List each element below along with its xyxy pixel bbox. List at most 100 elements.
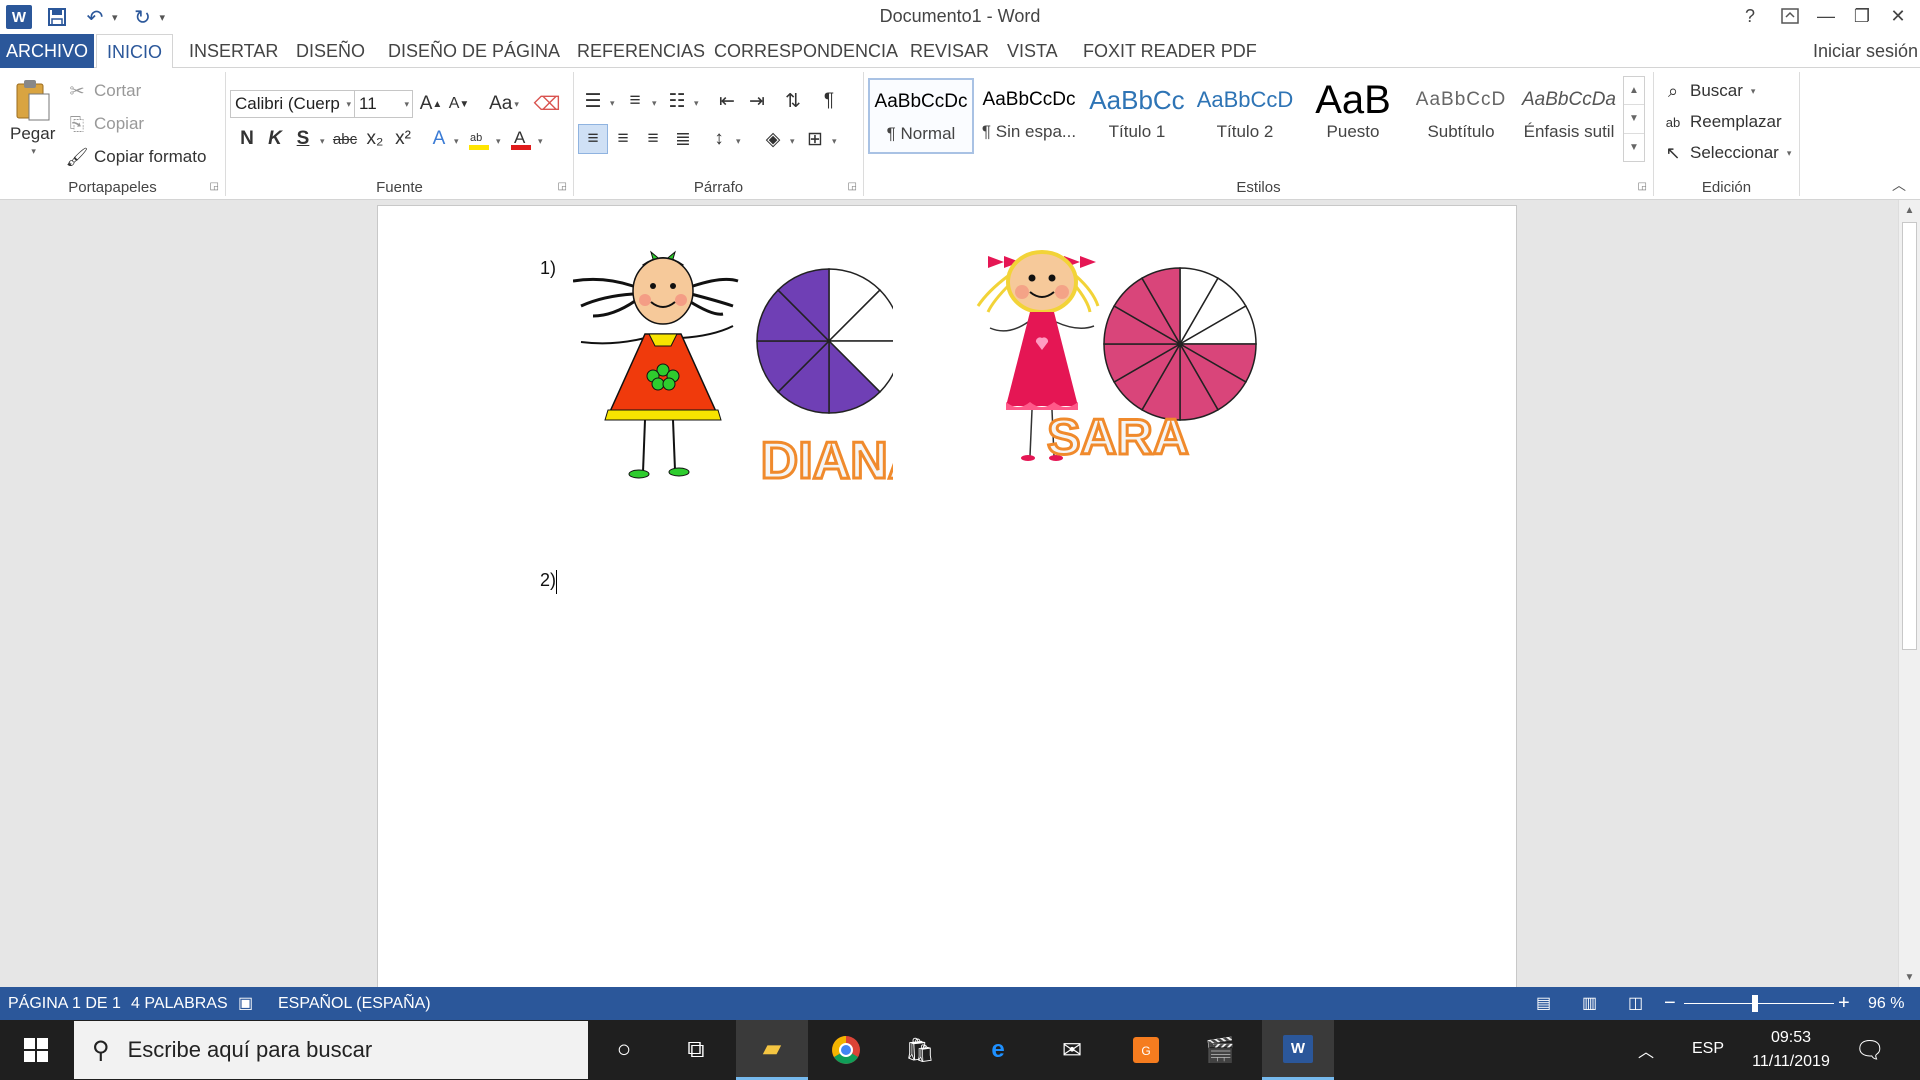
taskbar-search[interactable]: ⚲ Escribe aquí para buscar bbox=[74, 1021, 588, 1079]
tab-foxit-reader-pdf[interactable]: FOXIT READER PDF bbox=[1073, 34, 1267, 68]
style-puesto[interactable]: AaB Puesto bbox=[1300, 78, 1406, 154]
style-titulo-1[interactable]: AaBbCc Título 1 bbox=[1084, 78, 1190, 154]
clipboard-launcher-icon[interactable]: ◲ bbox=[210, 181, 219, 192]
cortana-icon[interactable]: ○ bbox=[588, 1020, 660, 1080]
underline-button[interactable]: S bbox=[288, 124, 318, 154]
tab-diseno-de-pagina[interactable]: DISEÑO DE PÁGINA bbox=[378, 34, 570, 68]
scrollbar-thumb[interactable] bbox=[1902, 222, 1917, 650]
style-sin-espaciado[interactable]: AaBbCcDc ¶ Sin espa... bbox=[976, 78, 1082, 154]
file-explorer-icon[interactable]: ▰ bbox=[736, 1020, 808, 1080]
increase-indent-icon[interactable]: ⇥ bbox=[742, 86, 772, 116]
gallery-down-icon[interactable]: ▼ bbox=[1624, 105, 1644, 134]
shading-icon[interactable]: ◈ bbox=[758, 124, 788, 154]
style-titulo-2[interactable]: AaBbCcD Título 2 bbox=[1192, 78, 1298, 154]
action-center-icon[interactable]: 🗨 bbox=[1834, 1020, 1906, 1080]
bullets-dropdown-icon[interactable]: ▾ bbox=[610, 98, 615, 109]
help-icon[interactable]: ? bbox=[1730, 0, 1770, 32]
close-icon[interactable]: ✕ bbox=[1878, 0, 1918, 32]
highlight-color-icon[interactable]: ab bbox=[464, 124, 494, 154]
align-center-icon[interactable]: ≡ bbox=[608, 124, 638, 154]
read-mode-icon[interactable]: ▤ bbox=[1536, 987, 1551, 1020]
font-name-combo[interactable]: Calibri (Cuerp ▾ bbox=[230, 90, 355, 118]
store-icon[interactable]: 🛍 bbox=[884, 1020, 956, 1080]
bold-button[interactable]: N bbox=[232, 124, 262, 154]
foxit-pdf-icon[interactable]: G bbox=[1110, 1020, 1182, 1080]
italic-button[interactable]: K bbox=[260, 124, 290, 154]
tab-inicio[interactable]: INICIO bbox=[96, 34, 174, 69]
multilevel-dropdown-icon[interactable]: ▾ bbox=[694, 98, 699, 109]
tab-revisar[interactable]: REVISAR bbox=[900, 34, 999, 68]
collapse-ribbon-icon[interactable]: ︿ bbox=[1892, 175, 1906, 195]
paste-button[interactable]: Pegar ▾ bbox=[10, 78, 55, 157]
multilevel-list-icon[interactable]: ☷ bbox=[662, 86, 692, 116]
numbering-dropdown-icon[interactable]: ▾ bbox=[652, 98, 657, 109]
justify-icon[interactable]: ≣ bbox=[668, 124, 698, 154]
font-launcher-icon[interactable]: ◲ bbox=[558, 181, 567, 192]
align-right-icon[interactable]: ≡ bbox=[638, 124, 668, 154]
zoom-slider-track[interactable] bbox=[1684, 1003, 1834, 1004]
format-painter-button[interactable]: 🖌 Copiar formato bbox=[66, 146, 207, 168]
edge-icon[interactable]: e bbox=[962, 1020, 1034, 1080]
scroll-down-icon[interactable]: ▼ bbox=[1899, 967, 1920, 987]
tab-insertar[interactable]: INSERTAR bbox=[179, 34, 288, 68]
font-color-icon[interactable]: A bbox=[506, 124, 536, 154]
style-normal[interactable]: AaBbCcDc ¶ Normal bbox=[868, 78, 974, 154]
page-count[interactable]: PÁGINA 1 DE 1 bbox=[8, 987, 121, 1020]
copy-button[interactable]: ⎘ Copiar bbox=[66, 113, 144, 135]
style-enfasis-sutil[interactable]: AaBbCcDa Énfasis sutil bbox=[1516, 78, 1622, 154]
gallery-more-icon[interactable]: ▼ bbox=[1624, 134, 1644, 161]
word-taskbar-icon[interactable]: W bbox=[1262, 1020, 1334, 1080]
font-size-combo[interactable]: 11 ▾ bbox=[354, 90, 413, 118]
text-effects-dropdown-icon[interactable]: ▾ bbox=[454, 136, 459, 147]
zoom-out-button[interactable]: − bbox=[1664, 987, 1676, 1020]
align-left-icon[interactable]: ≡ bbox=[578, 124, 608, 154]
subscript-button[interactable]: x₂ bbox=[360, 124, 390, 154]
task-view-icon[interactable]: ⧉ bbox=[660, 1020, 732, 1080]
print-layout-icon[interactable]: ▥ bbox=[1582, 987, 1597, 1020]
ribbon-display-options-icon[interactable] bbox=[1770, 0, 1810, 32]
replace-button[interactable]: ab Reemplazar bbox=[1662, 111, 1782, 133]
paragraph-launcher-icon[interactable]: ◲ bbox=[848, 181, 857, 192]
grow-font-button[interactable]: A ▲ bbox=[416, 89, 446, 119]
language-indicator[interactable]: ESPAÑOL (ESPAÑA) bbox=[278, 987, 431, 1020]
zoom-in-button[interactable]: + bbox=[1838, 987, 1850, 1020]
zoom-level[interactable]: 96 % bbox=[1868, 987, 1904, 1020]
tab-correspondencia[interactable]: CORRESPONDENCIA bbox=[704, 34, 908, 68]
sign-in-link[interactable]: Iniciar sesión bbox=[1813, 34, 1918, 68]
borders-dropdown-icon[interactable]: ▾ bbox=[832, 136, 837, 147]
shrink-font-button[interactable]: A ▼ bbox=[444, 89, 474, 119]
clear-formatting-icon[interactable]: ⌫ bbox=[532, 89, 562, 119]
tab-archivo[interactable]: ARCHIVO bbox=[0, 34, 95, 68]
line-spacing-icon[interactable]: ↕ bbox=[704, 124, 734, 154]
restore-icon[interactable]: ❐ bbox=[1842, 0, 1882, 32]
tab-referencias[interactable]: REFERENCIAS bbox=[567, 34, 715, 68]
styles-launcher-icon[interactable]: ◲ bbox=[1638, 181, 1647, 192]
minimize-icon[interactable]: — bbox=[1806, 0, 1846, 32]
tab-diseno[interactable]: DISEÑO bbox=[286, 34, 375, 68]
text-effects-icon[interactable]: A bbox=[424, 124, 454, 154]
strikethrough-button[interactable]: abc bbox=[330, 124, 360, 154]
style-subtitulo[interactable]: AaBbCcD Subtítulo bbox=[1408, 78, 1514, 154]
select-button[interactable]: ↖ Seleccionar ▾ bbox=[1662, 142, 1791, 164]
proofing-icon[interactable]: ▣ bbox=[238, 987, 253, 1020]
shading-dropdown-icon[interactable]: ▾ bbox=[790, 136, 795, 147]
cut-button[interactable]: ✂ Cortar bbox=[66, 80, 141, 102]
superscript-button[interactable]: x² bbox=[388, 124, 418, 154]
bullets-icon[interactable]: ☰ bbox=[578, 86, 608, 116]
chrome-icon[interactable] bbox=[810, 1020, 882, 1080]
gallery-up-icon[interactable]: ▲ bbox=[1624, 77, 1644, 106]
web-layout-icon[interactable]: ◫ bbox=[1628, 987, 1643, 1020]
tab-vista[interactable]: VISTA bbox=[997, 34, 1068, 68]
line-spacing-dropdown-icon[interactable]: ▾ bbox=[736, 136, 741, 147]
show-hidden-icons-icon[interactable]: ︿ bbox=[1626, 1020, 1666, 1080]
borders-icon[interactable]: ⊞ bbox=[800, 124, 830, 154]
mail-icon[interactable]: ✉ bbox=[1036, 1020, 1108, 1080]
movie-maker-icon[interactable]: 🎬 bbox=[1184, 1020, 1256, 1080]
zoom-slider-thumb[interactable] bbox=[1752, 995, 1758, 1012]
decrease-indent-icon[interactable]: ⇤ bbox=[712, 86, 742, 116]
highlight-dropdown-icon[interactable]: ▾ bbox=[496, 136, 501, 147]
paste-dropdown-icon[interactable]: ▾ bbox=[31, 146, 36, 157]
input-language[interactable]: ESP bbox=[1692, 1040, 1724, 1058]
clock[interactable]: 09:53 11/11/2019 bbox=[1748, 1026, 1834, 1074]
pilcrow-icon[interactable]: ¶ bbox=[814, 86, 844, 116]
